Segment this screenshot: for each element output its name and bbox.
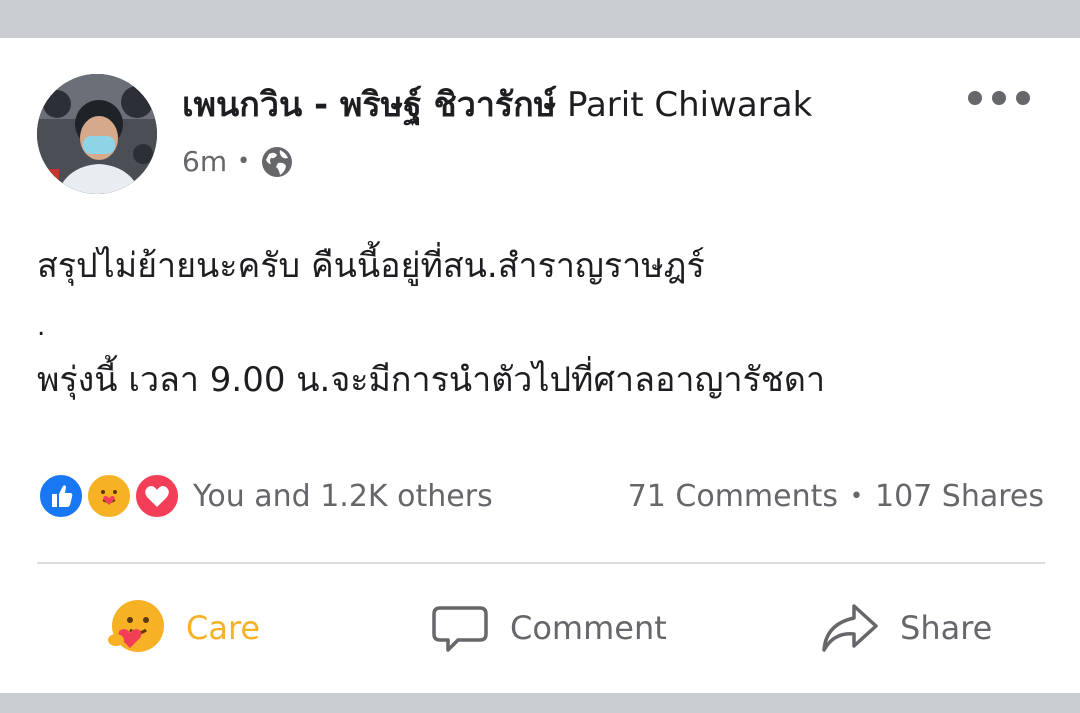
- author-name-thai[interactable]: เพนกวิน - พริษฐ์ ชิวารักษ์: [182, 85, 556, 125]
- more-dot-icon: [968, 91, 982, 105]
- stats-separator: •: [850, 483, 863, 509]
- post-time[interactable]: 6m: [182, 142, 227, 182]
- top-frame-band: [0, 0, 1080, 38]
- globe-icon: [262, 147, 293, 177]
- post-text-line-1: สรุปไม่ย้ายนะครับ คืนนี้อยู่ที่สน.สำราญร…: [37, 246, 705, 286]
- post-text-line-2: .: [37, 312, 46, 342]
- avatar-photo: [37, 74, 157, 194]
- care-icon: [85, 472, 133, 520]
- shares-count[interactable]: 107 Shares: [875, 479, 1044, 514]
- meta-separator: •: [237, 149, 251, 174]
- author-name[interactable]: เพนกวิน - พริษฐ์ ชิวารักษ์ Parit Chiwara…: [182, 80, 812, 130]
- post-meta: 6m •: [182, 142, 294, 182]
- comment-button[interactable]: Comment: [428, 592, 667, 664]
- care-label: Care: [186, 609, 261, 647]
- comments-count[interactable]: 71 Comments: [628, 479, 838, 514]
- comment-label: Comment: [510, 609, 667, 647]
- actions-divider: [37, 562, 1045, 564]
- post-text-line-3: พรุ่งนี้ เวลา 9.00 น.จะมีการนำตัวไปที่ศา…: [37, 360, 826, 400]
- post-stats: 71 Comments • 107 Shares: [628, 472, 1044, 520]
- bottom-frame-band: [0, 693, 1080, 713]
- share-label: Share: [900, 609, 993, 647]
- more-dot-icon: [992, 91, 1006, 105]
- more-options-button[interactable]: [968, 86, 1030, 110]
- author-avatar[interactable]: [37, 74, 157, 194]
- reactions-summary[interactable]: You and 1.2K others: [37, 472, 493, 520]
- love-icon: [133, 472, 181, 520]
- comment-icon: [432, 606, 488, 652]
- reactions-summary-text[interactable]: You and 1.2K others: [193, 479, 493, 514]
- share-button[interactable]: Share: [818, 592, 992, 664]
- care-emoji-icon: [108, 600, 164, 652]
- author-name-latin[interactable]: Parit Chiwarak: [567, 85, 812, 125]
- reaction-icons: [37, 472, 187, 520]
- more-dot-icon: [1016, 91, 1030, 105]
- like-icon: [37, 472, 85, 520]
- share-icon: [822, 604, 878, 652]
- care-button[interactable]: Care: [104, 592, 260, 664]
